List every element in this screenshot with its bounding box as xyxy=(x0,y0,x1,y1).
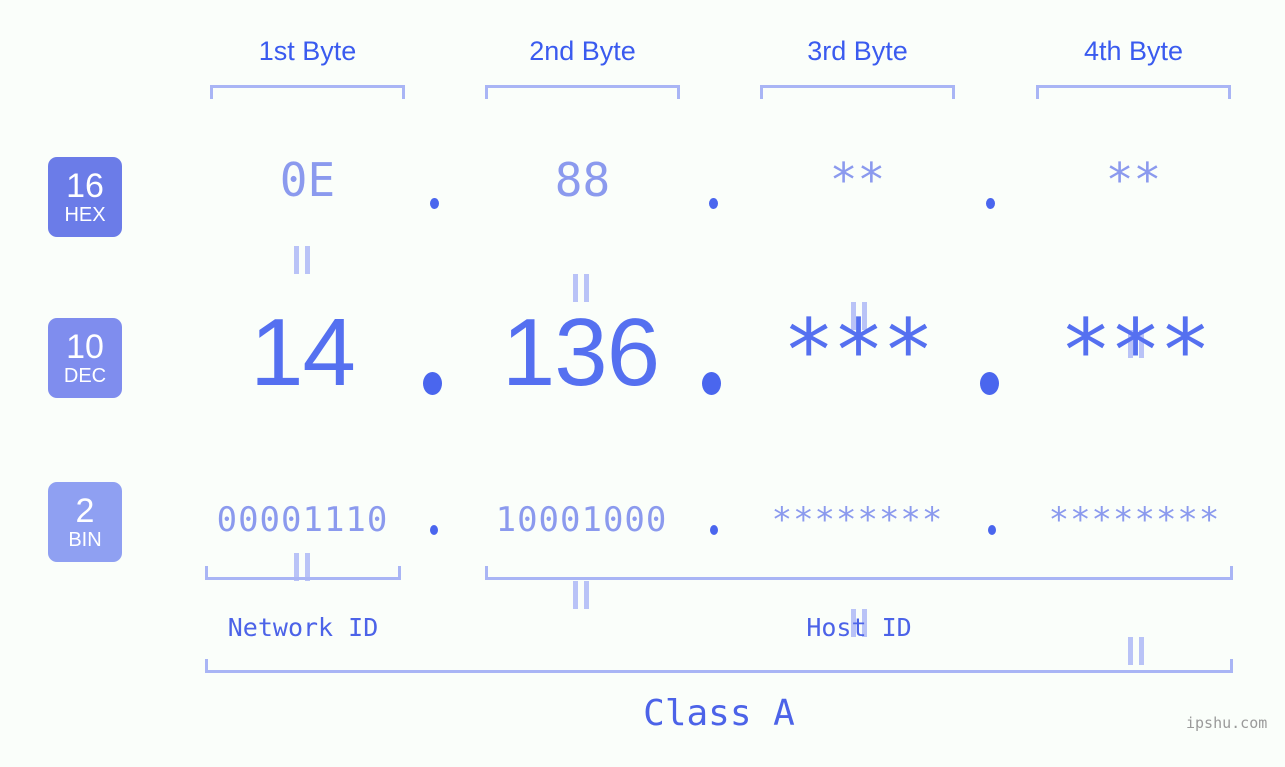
bin-separator-dot-2 xyxy=(710,525,718,535)
dec-separator-dot-2 xyxy=(702,372,721,395)
byte-bracket-1 xyxy=(210,85,405,99)
dec-value-byte-4: *** xyxy=(1059,301,1211,401)
bin-value-byte-1: 00001110 xyxy=(216,500,389,540)
network-id-label: Network ID xyxy=(227,613,379,642)
hex-separator-dot-3 xyxy=(986,198,995,209)
base-badge-bin: 2 BIN xyxy=(48,482,122,562)
byte-header-1: 1st Byte xyxy=(258,36,357,66)
hex-value-byte-2: 88 xyxy=(554,153,611,207)
byte-header-4: 4th Byte xyxy=(1083,36,1184,66)
hex-value-byte-1: 0E xyxy=(279,153,336,207)
bin-separator-dot-3 xyxy=(988,525,996,535)
base-badge-bin-number: 2 xyxy=(75,491,95,530)
bin-value-byte-4: ******** xyxy=(1048,500,1221,540)
bin-value-byte-2: 10001000 xyxy=(495,500,668,540)
dec-separator-dot-1 xyxy=(423,372,442,395)
dec-value-byte-1: 14 xyxy=(250,299,356,406)
dec-value-byte-3: *** xyxy=(782,301,934,401)
base-badge-bin-abbr: BIN xyxy=(68,528,102,551)
base-badge-hex-abbr: HEX xyxy=(64,203,106,226)
dec-separator-dot-3 xyxy=(980,372,999,395)
base-badge-dec-number: 10 xyxy=(66,327,104,366)
base-badge-hex: 16 HEX xyxy=(48,157,122,237)
byte-header-2: 2nd Byte xyxy=(529,36,636,66)
byte-bracket-2 xyxy=(485,85,680,99)
class-label: Class A xyxy=(643,693,795,734)
class-bracket xyxy=(205,659,1233,673)
equality-connector-hex-dec-1 xyxy=(294,246,310,274)
byte-bracket-4 xyxy=(1036,85,1231,99)
hex-value-byte-4: ** xyxy=(1105,153,1162,207)
dec-value-byte-2: 136 xyxy=(501,299,660,406)
network-id-bracket xyxy=(205,566,401,580)
byte-bracket-3 xyxy=(760,85,955,99)
host-id-bracket xyxy=(485,566,1233,580)
hex-separator-dot-1 xyxy=(430,198,439,209)
bin-value-byte-3: ******** xyxy=(771,500,944,540)
base-badge-hex-number: 16 xyxy=(66,166,104,205)
byte-header-3: 3rd Byte xyxy=(807,36,908,66)
hex-separator-dot-2 xyxy=(709,198,718,209)
bin-separator-dot-1 xyxy=(430,525,438,535)
base-badge-dec: 10 DEC xyxy=(48,318,122,398)
equality-connector-hex-dec-2 xyxy=(573,274,589,302)
site-watermark: ipshu.com xyxy=(1186,714,1268,732)
base-badge-dec-abbr: DEC xyxy=(63,364,107,387)
host-id-label: Host ID xyxy=(806,613,912,642)
ip-address-breakdown-diagram: 1st Byte 2nd Byte 3rd Byte 4th Byte 16 H… xyxy=(0,0,1285,767)
hex-value-byte-3: ** xyxy=(829,153,886,207)
equality-connector-dec-bin-2 xyxy=(573,581,589,609)
